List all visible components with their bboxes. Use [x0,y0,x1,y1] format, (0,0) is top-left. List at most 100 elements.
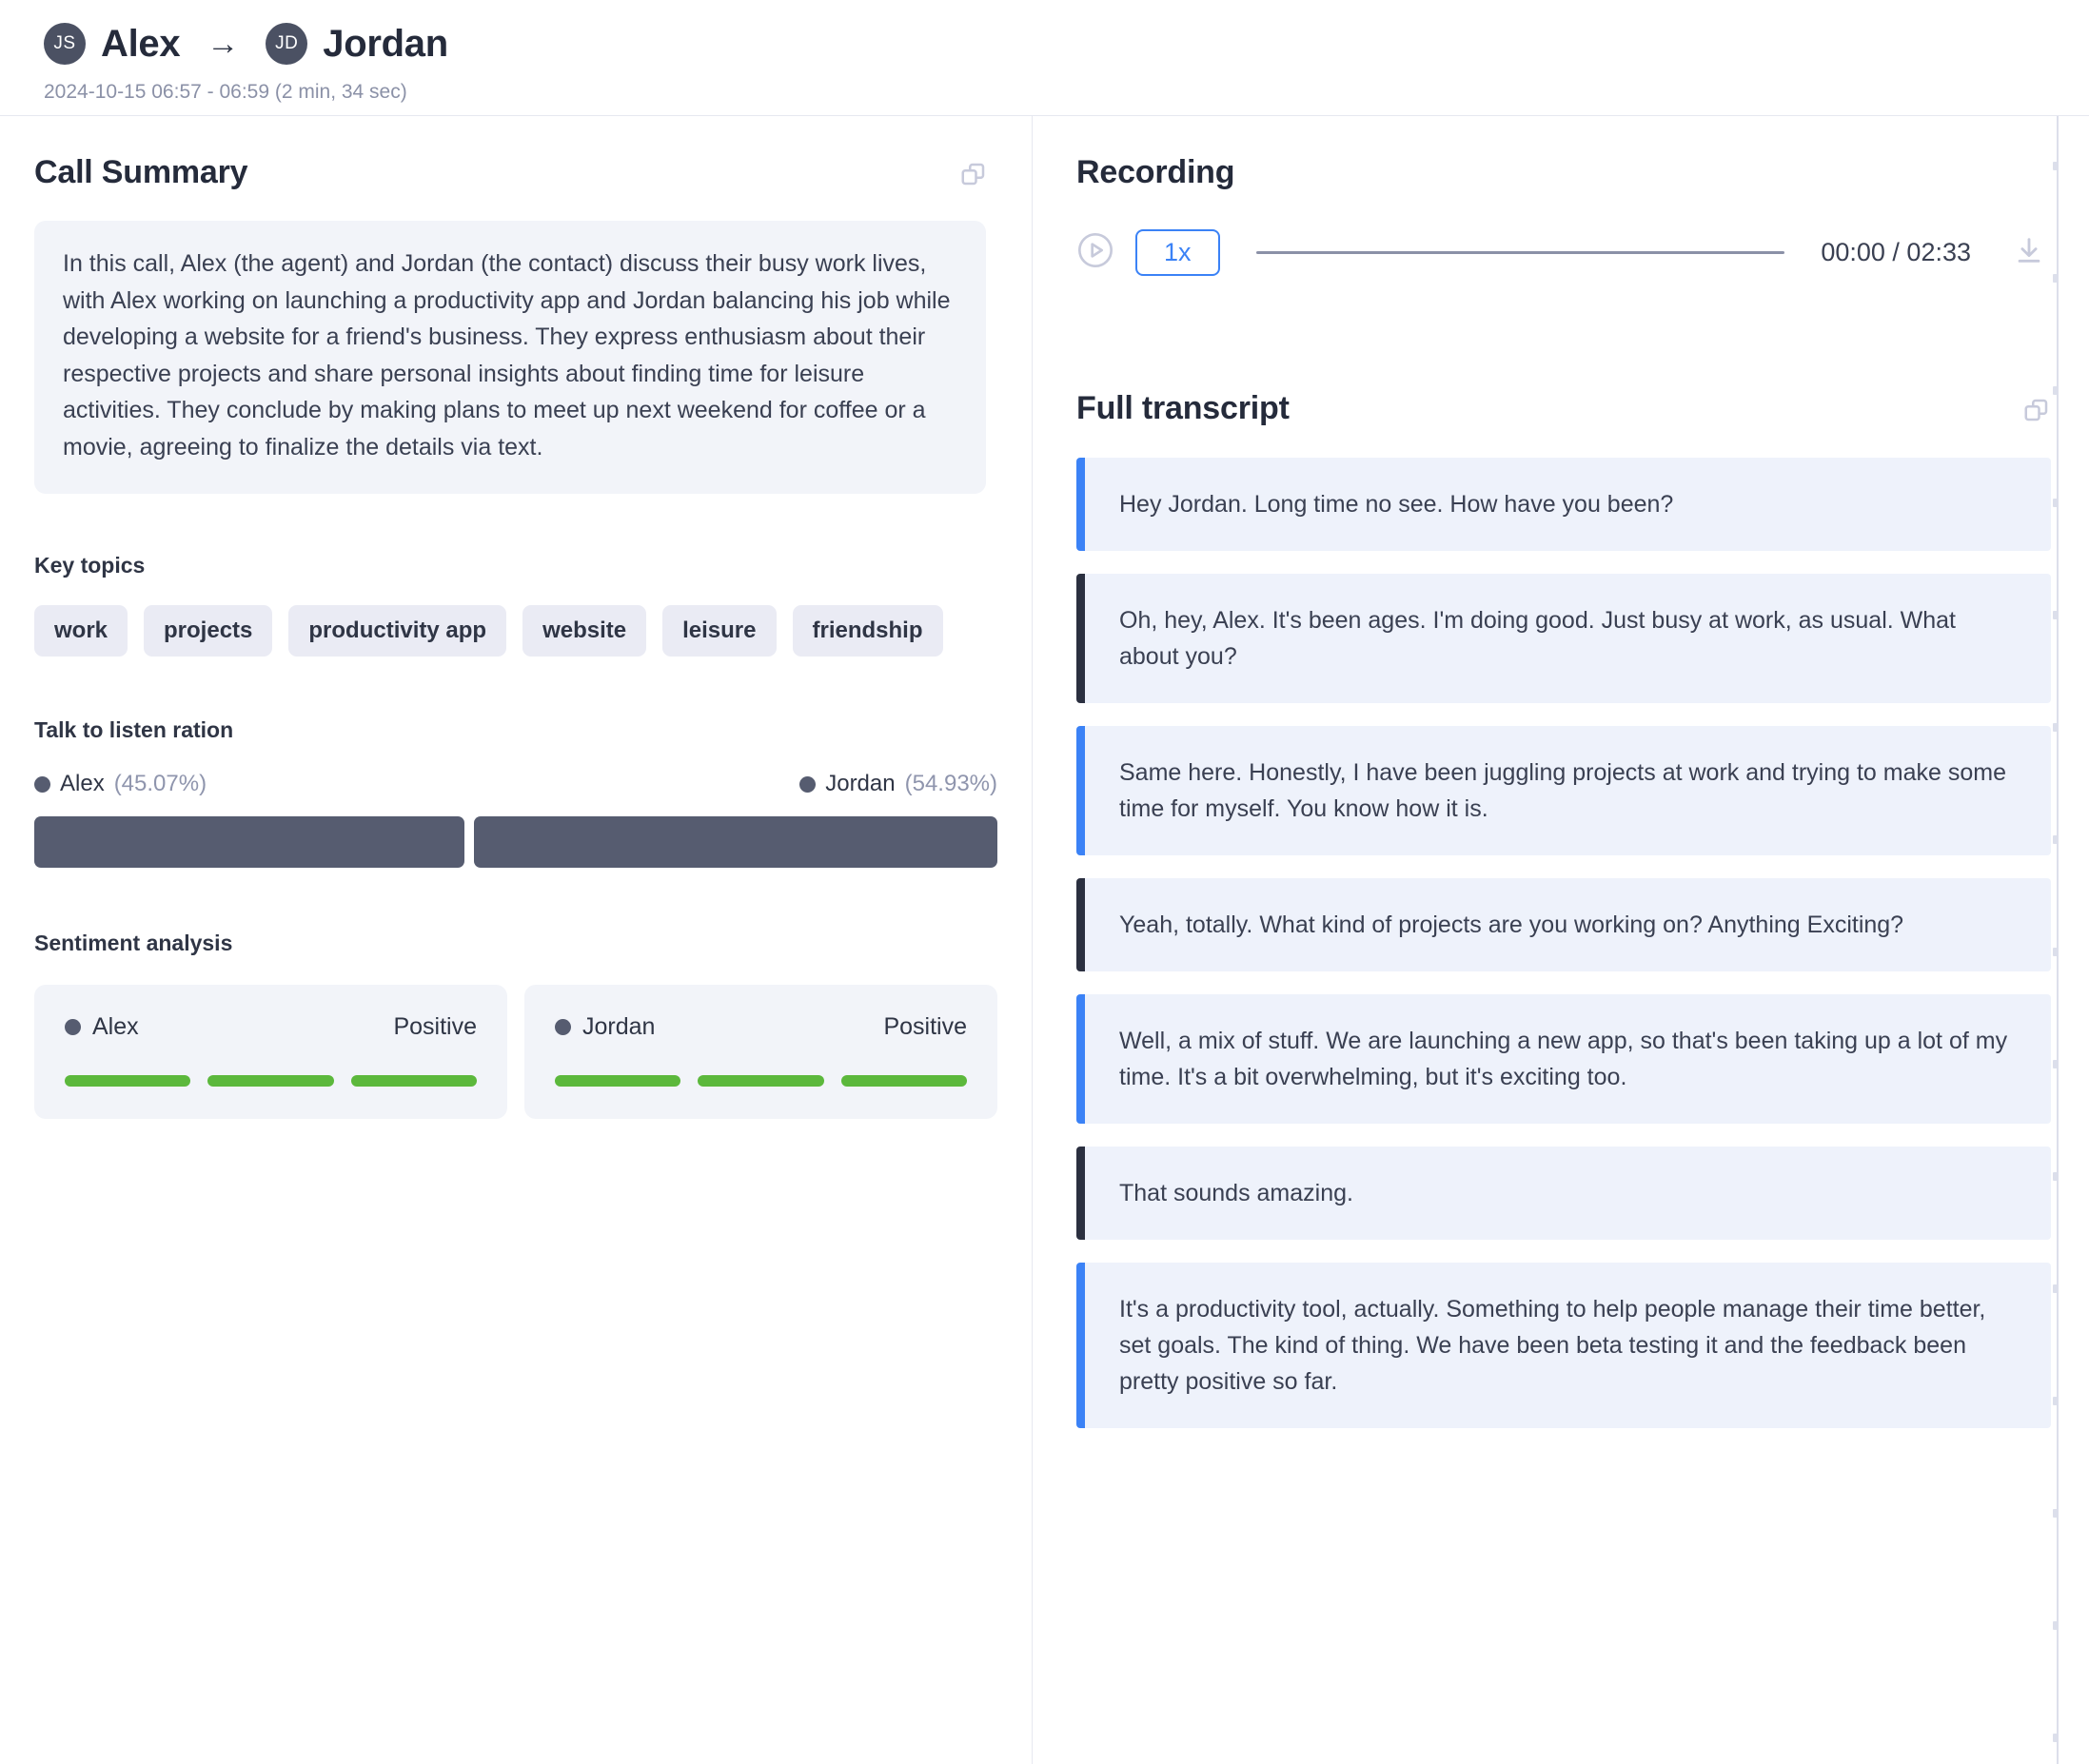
transcript-message-text: Hey Jordan. Long time no see. How have y… [1119,491,1674,518]
scroll-rail-tick [2053,1734,2059,1742]
talk-ratio-legend: Alex (45.07%) Jordan (54.93%) [34,771,997,797]
scroll-rail-tick [2053,1284,2059,1293]
sentiment-bar [350,1075,477,1087]
topic-chip[interactable]: friendship [792,605,943,657]
sentiment-speaker: Alex [65,1013,139,1041]
playback-progress-slider[interactable] [1255,251,1785,254]
sentiment-bars [555,1075,967,1087]
caller-name: Alex [101,22,181,65]
playback-speed-button[interactable]: 1x [1135,229,1220,276]
talk-ratio-legend-item: Jordan (54.93%) [799,771,997,797]
transcript-message[interactable]: Same here. Honestly, I have been jugglin… [1076,726,2051,855]
download-icon[interactable] [2013,234,2045,271]
transcript-message-text: Yeah, totally. What kind of projects are… [1119,911,1904,938]
sentiment-bars [65,1075,477,1087]
recording-header: Recording [1076,154,2051,191]
recording-title: Recording [1076,154,1235,190]
avatar-from: JS [44,23,86,65]
transcript-message[interactable]: Oh, hey, Alex. It's been ages. I'm doing… [1076,574,2051,703]
talk-ratio-legend-item: Alex (45.07%) [34,771,207,797]
transcript-header: Full transcript [1076,390,2051,429]
scroll-rail-tick [2053,499,2059,507]
sentiment-badge: Positive [393,1013,477,1040]
call-summary-box: In this call, Alex (the agent) and Jorda… [34,221,986,494]
sentiment-bar [698,1075,824,1087]
topic-chip[interactable]: leisure [662,605,777,657]
transcript-message[interactable]: Well, a mix of stuff. We are launching a… [1076,994,2051,1124]
call-summary-header: Call Summary [34,154,988,193]
expand-icon[interactable] [959,160,988,193]
transcript-title: Full transcript [1076,390,1290,426]
transcript-message[interactable]: It's a productivity tool, actually. Some… [1076,1263,2051,1428]
audio-player: 1x 00:00 / 02:33 [1076,229,2051,276]
scroll-rail-tick [2053,274,2059,283]
sentiment-card: Jordan Positive [524,985,997,1119]
sentiment-bar [555,1075,681,1087]
scroll-rail-tick [2053,948,2059,956]
sentiment-card-header: Alex Positive [65,1013,477,1041]
sentiment-badge: Positive [883,1013,967,1040]
scroll-rail-tick [2053,1621,2059,1630]
speaker-dot-icon [65,1019,81,1035]
transcript-message[interactable]: Yeah, totally. What kind of projects are… [1076,878,2051,971]
scroll-rail-tick [2053,611,2059,619]
key-topics-title: Key topics [34,553,146,578]
transcript-messages: Hey Jordan. Long time no see. How have y… [1076,458,2051,1428]
sentiment-bar [840,1075,967,1087]
page-body: Call Summary In this call, Alex (the age… [0,116,2089,1764]
speaker-percent: (54.93%) [904,771,997,796]
speaker-name: Alex [60,771,105,796]
topic-chip[interactable]: projects [144,605,273,657]
topic-chip[interactable]: website [522,605,647,657]
topic-chip[interactable]: work [34,605,128,657]
sentiment-speaker-name: Jordan [582,1013,656,1040]
scroll-rail-tick [2053,1397,2059,1405]
avatar-to: JD [266,23,308,65]
arrow-right-icon: → [207,26,240,62]
scroll-rail-tick [2053,1509,2059,1518]
playback-time: 00:00 / 02:33 [1821,238,1971,266]
call-summary-pane: Call Summary In this call, Alex (the age… [0,116,1033,1764]
call-parties: JS Alex → JD Jordan [44,17,2089,70]
speaker-dot-icon [555,1019,571,1035]
scroll-rail-tick [2053,723,2059,732]
sentiment-card: Alex Positive [34,985,507,1119]
transcript-message[interactable]: That sounds amazing. [1076,1147,2051,1240]
speaker-name: Jordan [825,771,896,796]
transcript-message-text: Same here. Honestly, I have been jugglin… [1119,759,2006,822]
sentiment-title: Sentiment analysis [34,931,233,955]
sentiment-speaker-name: Alex [92,1013,139,1040]
transcript-message-text: Oh, hey, Alex. It's been ages. I'm doing… [1119,607,1956,670]
speaker-dot-icon [799,775,817,793]
sentiment-cards: Alex Positive Jordan Positive [34,985,997,1119]
transcript-message-text: That sounds amazing. [1119,1180,1353,1206]
talk-ratio-title: Talk to listen ration [34,717,234,742]
sentiment-card-header: Jordan Positive [555,1013,967,1041]
scroll-rail-tick [2053,835,2059,844]
scroll-rail-tick [2053,1060,2059,1068]
callee-name: Jordan [323,22,448,65]
speaker-percent: (45.07%) [113,771,207,796]
sentiment-bar [207,1075,334,1087]
talk-ratio-bar [34,816,464,868]
recording-transcript-pane: Recording 1x 00:00 / 02:33 Full transcri… [1033,116,2089,1764]
scroll-rail-tick [2053,386,2059,395]
talk-ratio-bar [473,816,997,868]
page-scroll-rail[interactable] [2053,116,2059,1764]
topic-chip[interactable]: productivity app [288,605,507,657]
speaker-dot-icon [34,775,50,793]
play-circle-icon[interactable] [1076,231,1114,274]
sentiment-bar [65,1075,191,1087]
call-datetime: 2024-10-15 06:57 - 06:59 (2 min, 34 sec) [44,81,407,103]
expand-icon[interactable] [2022,396,2051,429]
scroll-rail-tick [2053,1172,2059,1181]
call-summary-text: In this call, Alex (the agent) and Jorda… [63,250,951,461]
transcript-message-text: Well, a mix of stuff. We are launching a… [1119,1028,2008,1090]
transcript-message[interactable]: Hey Jordan. Long time no see. How have y… [1076,458,2051,551]
call-header: JS Alex → JD Jordan 2024-10-15 06:57 - 0… [0,0,2089,116]
transcript-message-text: It's a productivity tool, actually. Some… [1119,1296,1986,1395]
sentiment-speaker: Jordan [555,1013,655,1041]
key-topics-list: work projects productivity app website leisu… [34,605,986,657]
call-summary-title: Call Summary [34,154,248,190]
scroll-rail-tick [2053,162,2059,170]
